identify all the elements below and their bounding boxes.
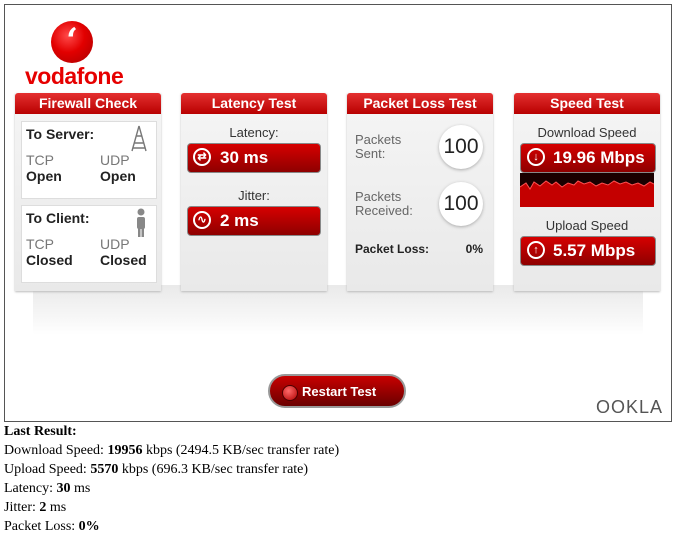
last-result-heading: Last Result: bbox=[4, 424, 77, 439]
packet-loss-title: Packet Loss Test bbox=[347, 93, 493, 114]
latency-panel: Latency Test Latency: ⇄ 30 ms Jitter: ∿ … bbox=[181, 93, 327, 291]
packets-received-value: 100 bbox=[439, 182, 483, 226]
upload-label: Upload Speed bbox=[545, 218, 629, 233]
latency-value: 30 ms bbox=[220, 148, 269, 167]
restart-test-label: Restart Test bbox=[302, 384, 377, 399]
server-udp-value: Open bbox=[100, 168, 136, 184]
firewall-panel: Firewall Check To Server: TCP Open UDP O… bbox=[15, 93, 161, 291]
packet-loss-label: Packet Loss: bbox=[355, 242, 430, 256]
upload-value: 5.57 Mbps bbox=[553, 241, 636, 260]
tower-icon bbox=[131, 125, 147, 152]
download-value: 19.96 Mbps bbox=[553, 148, 645, 167]
packets-received-label: Packets Received: bbox=[355, 189, 413, 218]
to-server-label: To Server: bbox=[26, 126, 95, 142]
server-udp-label: UDP bbox=[100, 152, 130, 168]
person-icon bbox=[137, 208, 145, 237]
packets-sent-value: 100 bbox=[439, 125, 483, 169]
vodafone-logo: ‘ vodafone bbox=[25, 21, 124, 89]
latency-readout: ⇄ 30 ms bbox=[187, 143, 321, 173]
firewall-title: Firewall Check bbox=[15, 93, 161, 114]
client-tcp-label: TCP bbox=[26, 236, 54, 252]
server-tcp-label: TCP bbox=[26, 152, 54, 168]
jitter-value: 2 ms bbox=[220, 211, 259, 230]
result-download: Download Speed: 19956 kbps (2494.5 KB/se… bbox=[4, 443, 340, 458]
download-label: Download Speed bbox=[537, 125, 637, 140]
server-tcp-value: Open bbox=[26, 168, 62, 184]
result-upload: Upload Speed: 5570 kbps (696.3 KB/sec tr… bbox=[4, 462, 309, 477]
client-udp-value: Closed bbox=[100, 252, 147, 268]
client-udp-label: UDP bbox=[100, 236, 130, 252]
floor-reflection bbox=[33, 285, 643, 335]
brand-name: vodafone bbox=[25, 63, 124, 89]
latency-label: Latency: bbox=[229, 125, 279, 140]
last-result-section: Last Result: Download Speed: 19956 kbps … bbox=[4, 422, 339, 536]
upload-arrow-icon: ↑ bbox=[527, 241, 545, 259]
download-graph bbox=[520, 173, 654, 207]
result-packet-loss: Packet Loss: 0% bbox=[4, 519, 100, 534]
jitter-label: Jitter: bbox=[238, 188, 270, 203]
to-client-label: To Client: bbox=[26, 210, 90, 226]
to-server-box: To Server: TCP Open UDP Open bbox=[21, 121, 157, 199]
pulse-icon: ∿ bbox=[193, 211, 211, 229]
speed-title: Speed Test bbox=[514, 93, 660, 114]
arrows-swap-icon: ⇄ bbox=[193, 148, 211, 166]
record-dot-icon bbox=[282, 385, 298, 401]
result-jitter: Jitter: 2 ms bbox=[4, 500, 67, 515]
packet-loss-panel: Packet Loss Test Packets Sent: 100 Packe… bbox=[347, 93, 493, 291]
speed-panel: Speed Test Download Speed ↓ 19.96 Mbps U… bbox=[514, 93, 660, 291]
download-readout: ↓ 19.96 Mbps bbox=[520, 143, 656, 173]
speedtest-widget: ‘ vodafone Firewall Check To Server: TCP… bbox=[4, 4, 672, 422]
client-tcp-value: Closed bbox=[26, 252, 73, 268]
latency-title: Latency Test bbox=[181, 93, 327, 114]
packets-sent-label: Packets Sent: bbox=[355, 132, 402, 161]
packet-loss-value: 0% bbox=[465, 242, 483, 256]
to-client-box: To Client: TCP Closed UDP Closed bbox=[21, 205, 157, 283]
restart-test-button[interactable]: Restart Test bbox=[268, 374, 406, 408]
download-arrow-icon: ↓ bbox=[527, 148, 545, 166]
ookla-logo: OOKLA bbox=[595, 397, 663, 417]
jitter-readout: ∿ 2 ms bbox=[187, 206, 321, 236]
upload-readout: ↑ 5.57 Mbps bbox=[520, 236, 656, 266]
result-latency: Latency: 30 ms bbox=[4, 481, 91, 496]
